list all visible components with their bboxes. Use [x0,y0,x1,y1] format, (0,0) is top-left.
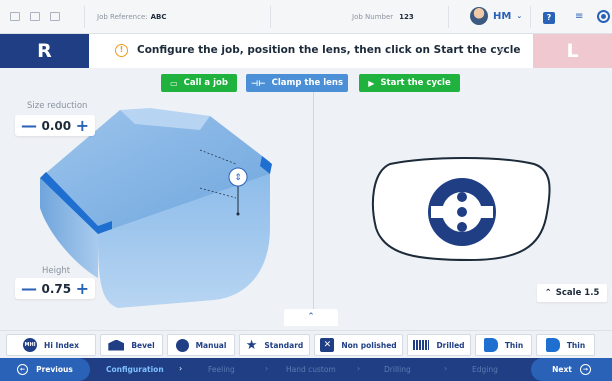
arrow-left-icon: ← [17,364,29,375]
clamp-lens-button[interactable]: ⊣⊢ Clamp the lens [246,74,348,92]
job-reference-label: Job Reference: [97,13,148,21]
divider [448,6,449,28]
option-label: Hi Index [44,340,79,350]
chevron-up-icon: ⌃ [307,312,315,322]
divider [84,6,85,28]
user-initials: HM [493,10,512,22]
height-stepper: — 0.75 + [15,278,95,299]
divider [270,6,271,28]
clamp-lens-label: Clamp the lens [271,78,344,88]
non-polished-icon: ✕ [320,338,335,352]
step-configuration[interactable]: Configuration [106,365,164,374]
size-reduction-value: 0.00 [41,118,72,133]
job-number: Job Number 123 [352,13,414,21]
folder-icon: ▭ [170,78,178,88]
top-bar: Job Reference: ABC Job Number 123 HM ⌄ ? ≡ [0,0,612,34]
star-icon: ★ [245,337,258,353]
option-bevel[interactable]: Bevel [100,334,163,356]
avatar [470,7,488,25]
collapse-options-button[interactable]: ⌃ [284,309,338,326]
bevel-icon [108,339,125,351]
job-reference-value: ABC [150,13,167,21]
previous-label: Previous [36,365,73,374]
scale-button[interactable]: ⌃ Scale 1.5 [537,284,607,302]
option-label: Manual [195,340,227,350]
target-icon[interactable] [597,10,610,23]
height-label: Height [42,266,71,276]
minus-button[interactable]: — [21,117,37,134]
step-edging[interactable]: Edging [472,365,498,374]
option-thin[interactable]: Thin [475,334,532,356]
call-job-button[interactable]: ▭ Call a job [161,74,237,92]
step-feeling[interactable]: Feeling [208,365,235,374]
drill-icon [413,340,430,350]
height-value: 0.75 [41,281,72,296]
instruction-banner: ! Configure the job, position the lens, … [89,34,533,68]
user-menu[interactable]: HM ⌄ [470,7,522,25]
tab-left-eye[interactable]: L [533,34,612,68]
option-drilled[interactable]: Drilled [407,334,471,356]
list-menu-icon[interactable]: ≡ [575,11,583,22]
thin-icon [483,338,498,352]
start-cycle-button[interactable]: ▶ Start the cycle [359,74,460,92]
option-standard[interactable]: ★ Standard [239,334,310,356]
lens-logo-icon [428,178,496,246]
option-label: Bevel [131,340,155,350]
arrow-right-icon: → [579,364,591,375]
svg-text:⇕: ⇕ [234,173,242,183]
chevron-up-icon: ⌃ [544,288,552,298]
close-icon[interactable]: × [497,43,506,56]
option-label: Drilled [436,340,465,350]
step-hand-custom[interactable]: Hand custom [286,365,336,374]
panel-divider [313,74,314,326]
divider [530,6,531,28]
previous-button[interactable]: ← Previous [0,358,90,381]
step-drilling[interactable]: Drilling [384,365,411,374]
option-label: Thin [504,340,524,350]
next-label: Next [552,365,572,374]
hand-icon [175,338,189,352]
help-button[interactable]: ? [543,12,555,24]
plus-button[interactable]: + [76,117,89,134]
chevron-right-icon: › [179,364,183,373]
option-thin[interactable]: Thin [536,334,595,356]
size-reduction-label: Size reduction [27,101,88,111]
chevron-right-icon: › [357,364,361,373]
job-number-value: 123 [399,13,414,21]
scale-label: Scale 1.5 [555,288,600,298]
mhi-icon: MHI [23,338,38,352]
option-hi-index[interactable]: MHI Hi Index [6,334,96,356]
chevron-down-icon: ⌄ [516,12,523,20]
option-non-polished[interactable]: ✕ Non polished [314,334,403,356]
option-chips: MHI Hi Index Bevel Manual ★ Standard ✕ Non … [0,330,612,358]
instruction-text: Configure the job, position the lens, th… [137,44,521,56]
warning-icon: ! [115,44,128,57]
start-cycle-label: Start the cycle [380,78,451,88]
job-number-label: Job Number [352,13,394,21]
call-job-label: Call a job [183,78,228,88]
minus-button[interactable]: — [21,280,37,297]
option-label: Thin [566,340,586,350]
window-controls [10,12,60,21]
probe-icon[interactable] [30,12,40,21]
thin-icon [545,338,560,352]
size-reduction-stepper: — 0.00 + [15,115,95,136]
play-icon: ▶ [368,78,375,88]
chevron-right-icon: › [444,364,448,373]
option-label: Standard [264,340,304,350]
option-manual[interactable]: Manual [167,334,235,356]
next-button[interactable]: Next → [531,358,612,381]
option-label: Non polished [341,340,397,350]
screen-icon[interactable] [10,12,20,21]
play-icon[interactable] [50,12,60,21]
tab-right-eye[interactable]: R [0,34,89,68]
job-reference: Job Reference: ABC [97,13,167,21]
chevron-right-icon: › [265,364,269,373]
clamp-icon: ⊣⊢ [250,78,266,88]
bottom-navigation: ← Previous Configuration › Feeling › Hand… [0,358,612,381]
plus-button[interactable]: + [76,280,89,297]
